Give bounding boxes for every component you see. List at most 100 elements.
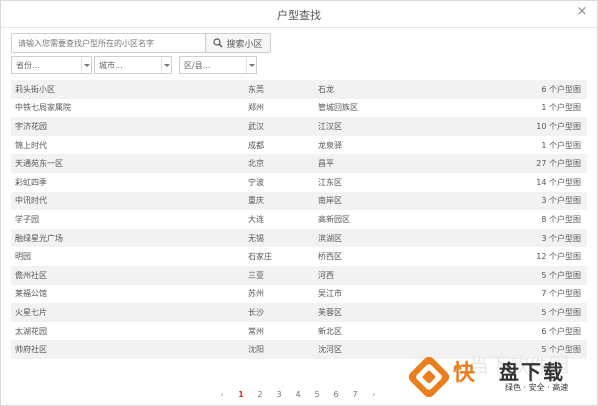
city-select[interactable]: 城市... (94, 56, 172, 74)
community-table: 莉头街小区 东莞 石龙 6 个户型图 中铁七局家属院 郑州 管城回族区 1 个户型图 宇济花… (11, 80, 587, 359)
district: 石龙 (318, 84, 334, 94)
watermark-brand-2: 盘下载 (499, 360, 565, 384)
search-button[interactable]: 搜索小区 (205, 33, 271, 53)
prev-page-icon[interactable]: ‹ (217, 390, 227, 399)
next-page-icon[interactable]: › (369, 390, 379, 399)
city: 东莞 (248, 84, 264, 94)
district: 南岸区 (318, 196, 342, 206)
watermark-logo-icon (409, 357, 449, 397)
plan-count: 5 个户型图 (541, 270, 581, 280)
chevron-down-icon (246, 57, 256, 73)
page-5[interactable]: 5 (312, 390, 322, 399)
house-type-search-dialog: 户型查找 × 搜索小区 省份... 城市... 区/县... 莉头街小区 东莞 石龙… (0, 0, 598, 406)
city: 武汉 (248, 121, 264, 131)
page-7[interactable]: 7 (350, 390, 360, 399)
city: 常州 (248, 326, 264, 336)
table-row[interactable]: 明园 石家庄 桥西区 12 个户型图 (11, 247, 587, 266)
page-2[interactable]: 2 (255, 390, 265, 399)
plan-count: 1 个户型图 (541, 103, 581, 113)
community-name: 莱福公馆 (15, 289, 47, 299)
community-name: 火星七片 (15, 307, 47, 317)
plan-count: 3 个户型图 (541, 196, 581, 206)
district: 江东区 (318, 177, 342, 187)
watermark: 当下软件园 快 盘下载 绿色 · 安全 · 高速 (409, 353, 591, 401)
district: 江汉区 (318, 121, 342, 131)
plan-count: 6 个户型图 (541, 326, 581, 336)
district: 滨湖区 (318, 233, 342, 243)
district: 桥西区 (318, 252, 342, 262)
table-row[interactable]: 莱福公馆 苏州 吴江市 7 个户型图 (11, 285, 587, 304)
plan-count: 14 个户型图 (536, 177, 581, 187)
city: 石家庄 (248, 252, 272, 262)
table-row[interactable]: 火星七片 长沙 芙蓉区 5 个户型图 (11, 303, 587, 322)
search-icon (213, 38, 223, 48)
city: 无锡 (248, 233, 264, 243)
community-name: 彩虹四季 (15, 177, 47, 187)
district: 吴江市 (318, 289, 342, 299)
chevron-down-icon (161, 57, 171, 73)
community-name: 锦上时代 (15, 140, 47, 150)
plan-count: 3 个户型图 (541, 233, 581, 243)
plan-count: 27 个户型图 (536, 159, 581, 169)
watermark-brand-1: 快 (453, 361, 477, 386)
city: 重庆 (248, 196, 264, 206)
district: 芙蓉区 (318, 307, 342, 317)
district: 新北区 (318, 326, 342, 336)
community-name: 中铁七局家属院 (15, 103, 71, 113)
table-row[interactable]: 学子园 大连 高新园区 8 个户型图 (11, 210, 587, 229)
page-1[interactable]: 1 (236, 390, 246, 399)
plan-count: 5 个户型图 (541, 307, 581, 317)
table-row[interactable]: 融绿星光广场 无锡 滨湖区 3 个户型图 (11, 228, 587, 248)
city: 成都 (248, 140, 264, 150)
plan-count: 12 个户型图 (536, 252, 581, 262)
city: 郑州 (248, 103, 264, 113)
community-name: 太湖花园 (15, 326, 47, 336)
table-row[interactable]: 中讯时代 重庆 南岸区 3 个户型图 (11, 191, 587, 211)
community-name: 儋州社区 (15, 270, 47, 280)
table-row[interactable]: 儋州社区 三亚 河西 5 个户型图 (11, 265, 587, 285)
district-select[interactable]: 区/县... (179, 56, 257, 74)
page-6[interactable]: 6 (331, 390, 341, 399)
search-button-label: 搜索小区 (226, 39, 263, 50)
community-name: 融绿星光广场 (15, 233, 63, 243)
community-name: 明园 (15, 252, 31, 262)
page-3[interactable]: 3 (274, 390, 284, 399)
city: 三亚 (248, 270, 264, 280)
dialog-title: 户型查找 (277, 9, 321, 22)
community-name: 中讯时代 (15, 196, 47, 206)
district: 龙泉驿 (318, 140, 342, 150)
district: 管城回族区 (318, 103, 358, 113)
city-select-label: 城市... (99, 61, 123, 70)
plan-count: 7 个户型图 (541, 289, 581, 299)
table-row[interactable]: 彩虹四季 宁波 江东区 14 个户型图 (11, 173, 587, 192)
community-name: 学子园 (15, 214, 39, 224)
titlebar: 户型查找 × (1, 1, 597, 28)
watermark-tagline: 绿色 · 安全 · 高速 (505, 383, 569, 392)
table-row[interactable]: 中铁七局家属院 郑州 管城回族区 1 个户型图 (11, 99, 587, 118)
city: 北京 (248, 159, 264, 169)
table-row[interactable]: 太湖花园 常州 新北区 6 个户型图 (11, 322, 587, 341)
search-input[interactable] (11, 33, 207, 53)
plan-count: 1 个户型图 (541, 140, 581, 150)
city: 沈阳 (248, 345, 264, 355)
plan-count: 8 个户型图 (541, 214, 581, 224)
city: 宁波 (248, 177, 264, 187)
plan-count: 6 个户型图 (541, 84, 581, 94)
community-name: 宇济花园 (15, 121, 47, 131)
chevron-down-icon (81, 57, 91, 73)
plan-count: 10 个户型图 (536, 121, 581, 131)
city: 长沙 (248, 307, 264, 317)
province-select-label: 省份... (16, 61, 40, 70)
table-row[interactable]: 天通苑东一区 北京 昌平 27 个户型图 (11, 154, 587, 173)
table-row[interactable]: 锦上时代 成都 龙泉驿 1 个户型图 (11, 136, 587, 155)
district-select-label: 区/县... (184, 61, 211, 70)
page-4[interactable]: 4 (293, 390, 303, 399)
city: 大连 (248, 214, 264, 224)
community-name: 莉头街小区 (15, 84, 55, 94)
table-row[interactable]: 莉头街小区 东莞 石龙 6 个户型图 (11, 80, 587, 99)
city: 苏州 (248, 289, 264, 299)
close-icon[interactable]: × (575, 5, 589, 19)
table-row[interactable]: 宇济花园 武汉 江汉区 10 个户型图 (11, 117, 587, 136)
district: 河西 (318, 270, 334, 280)
province-select[interactable]: 省份... (11, 56, 92, 74)
